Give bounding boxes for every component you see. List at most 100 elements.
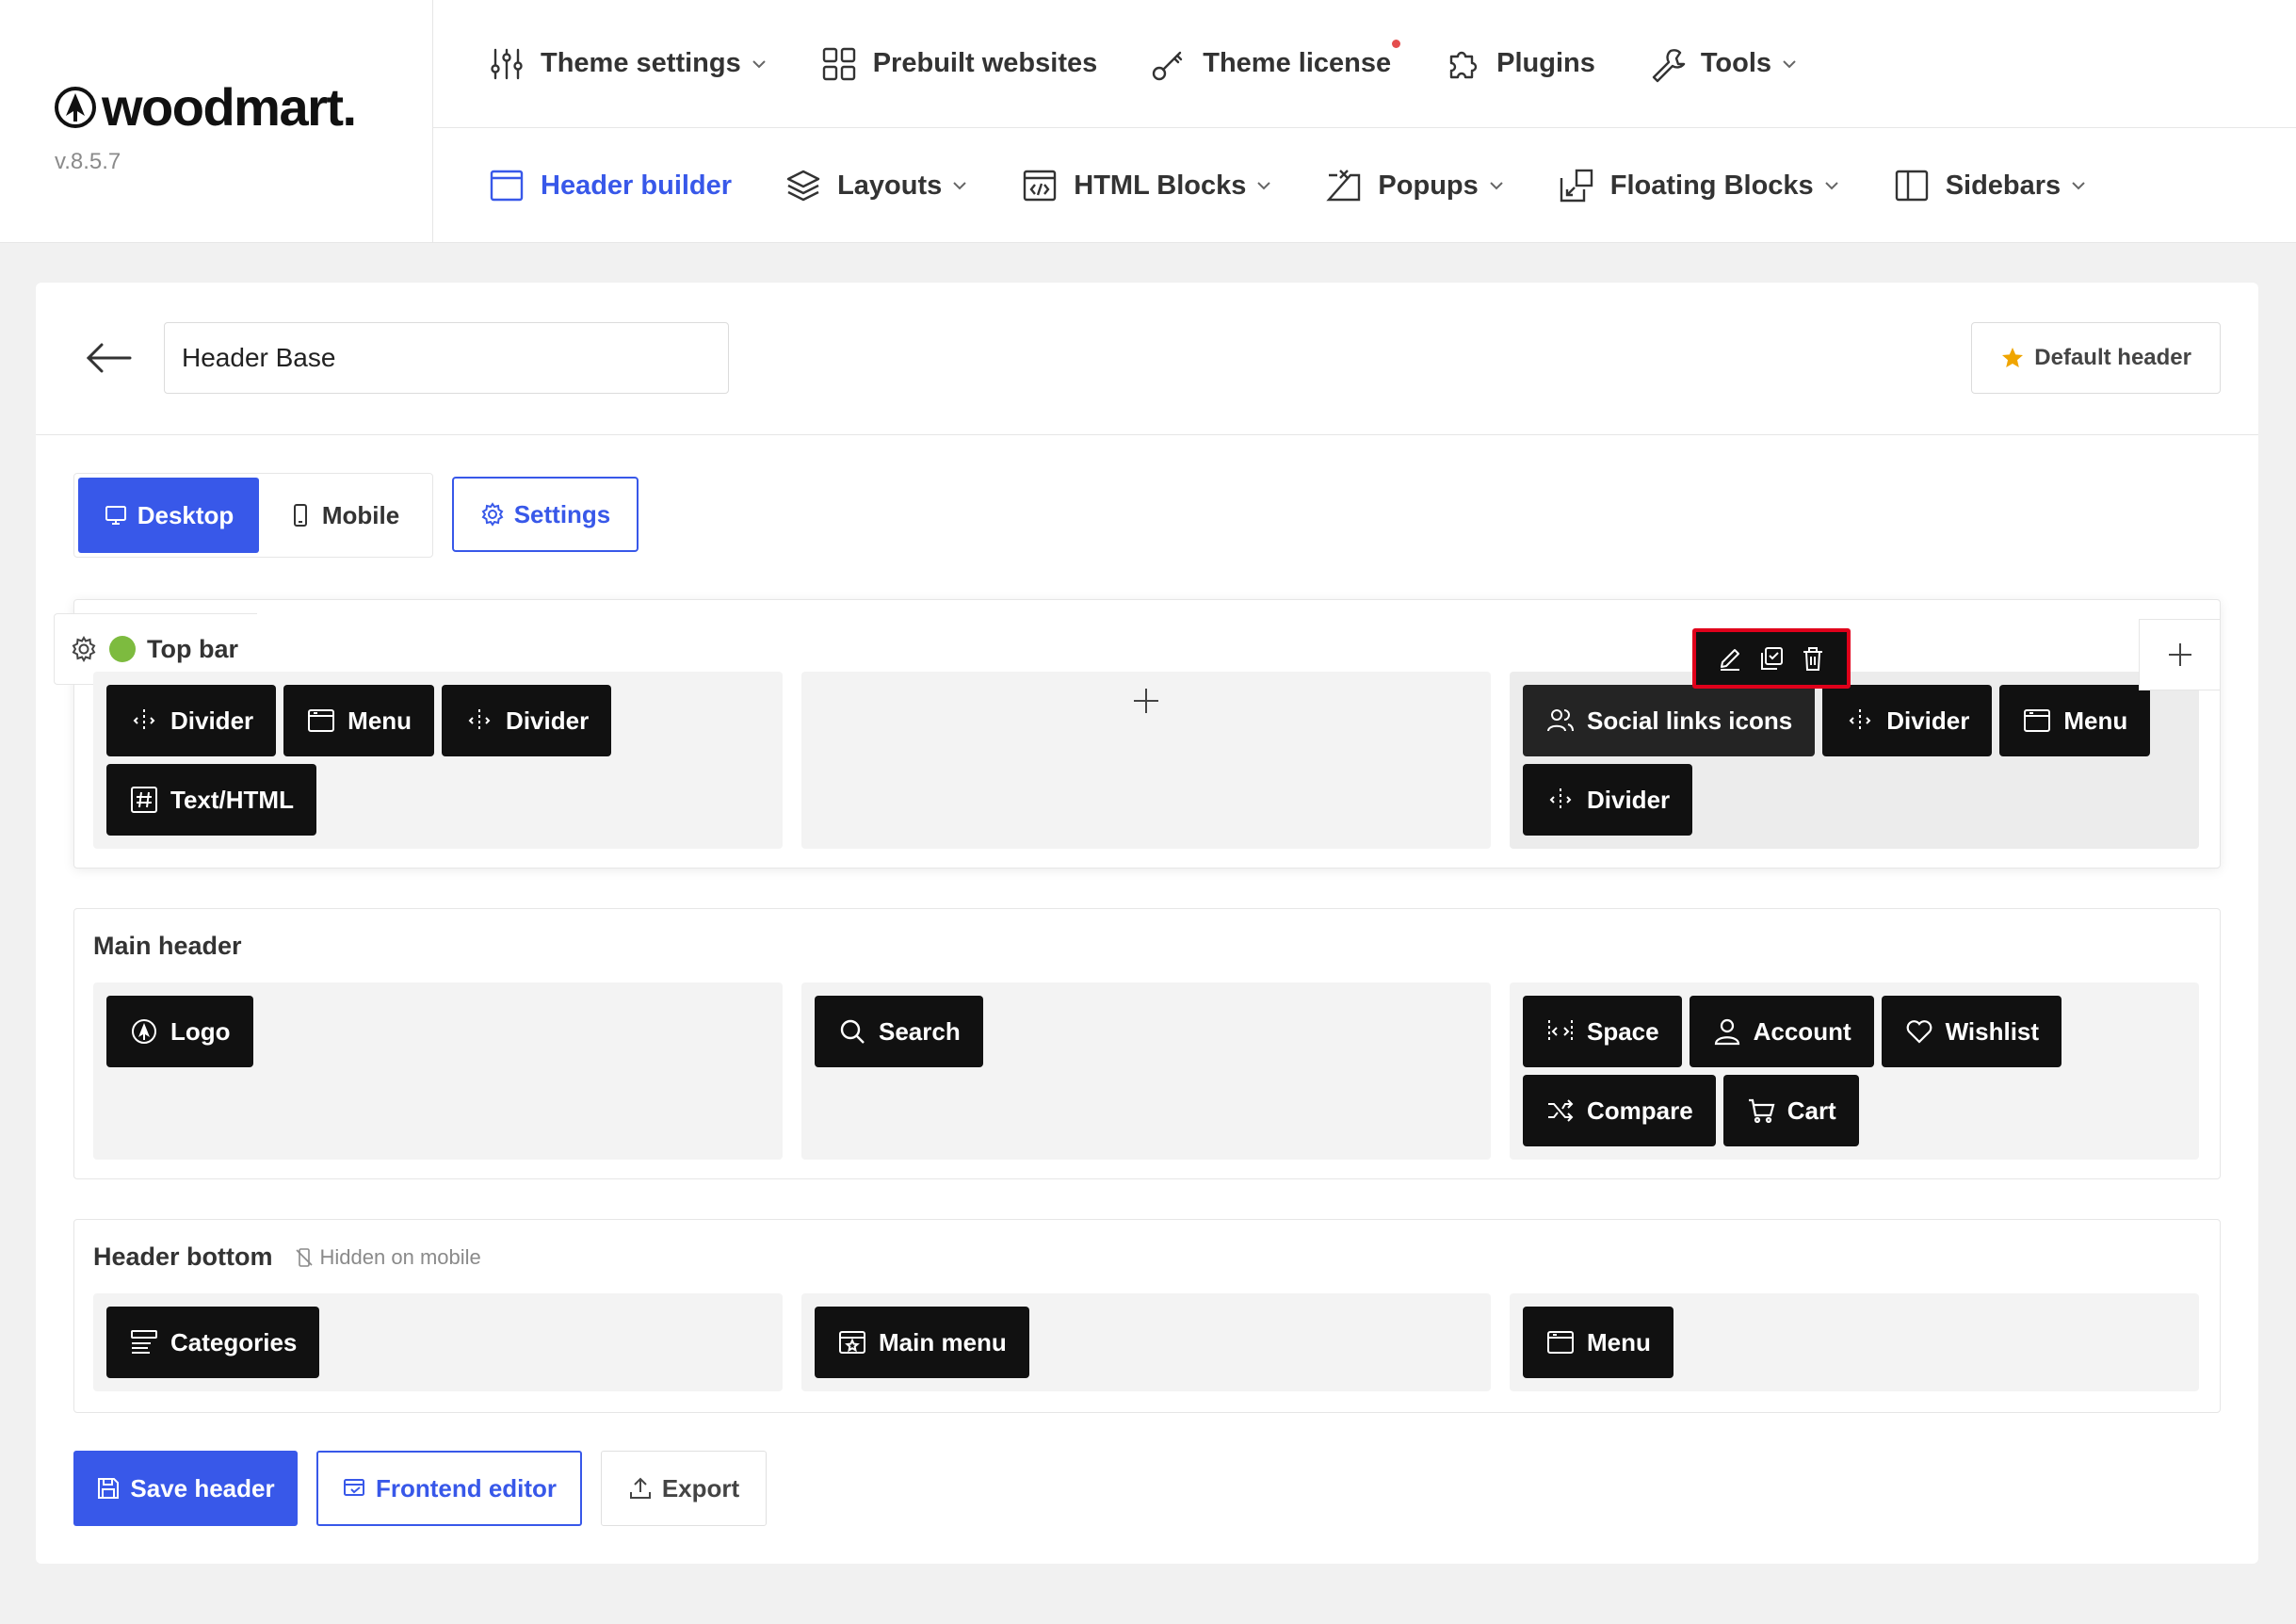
element-label: Social links icons (1587, 706, 1793, 735)
element-divider[interactable]: Divider (442, 685, 612, 756)
sliders-icon (491, 48, 523, 79)
cart-icon (1748, 1098, 1775, 1124)
settings-label: Settings (513, 499, 611, 528)
element-social-links-icons[interactable]: Social links icons (1523, 685, 1816, 756)
element-logo[interactable]: Logo (106, 996, 253, 1067)
export-button[interactable]: Export (601, 1451, 767, 1526)
hash-icon (131, 787, 157, 813)
chevron-down-icon (1257, 182, 1271, 190)
divider-icon (133, 709, 155, 732)
nav-plugins[interactable]: Plugins (1444, 45, 1595, 83)
tab-mobile[interactable]: Mobile (259, 478, 428, 553)
element-label: Compare (1587, 1096, 1693, 1125)
header-builder-card: Default header Desktop Mobile Settings (36, 283, 2258, 1564)
admin-topbar: woodmart. v.8.5.7 Theme settings Prebuil… (0, 0, 2296, 243)
header-bottom-center-column[interactable]: Main menu (801, 1293, 1491, 1391)
floating-block-icon (1560, 169, 1593, 203)
menu-window-icon (1547, 1331, 1574, 1354)
nav-prebuilt-websites[interactable]: Prebuilt websites (820, 45, 1098, 83)
trash-icon[interactable] (1799, 644, 1827, 673)
device-tabs: Desktop Mobile (73, 473, 433, 558)
element-divider[interactable]: Divider (1523, 764, 1693, 836)
main-header-center-column[interactable]: Search (801, 983, 1491, 1160)
row-title-label: Top bar (147, 634, 238, 663)
nav-floating-blocks[interactable]: Floating Blocks (1558, 167, 1840, 204)
nav-label: Plugins (1496, 48, 1595, 78)
nav-tools[interactable]: Tools (1648, 45, 1798, 83)
shuffle-icon (1548, 1099, 1574, 1122)
edit-pencil-icon[interactable] (1716, 644, 1744, 673)
element-menu[interactable]: Menu (1999, 685, 2151, 756)
nav-label: Prebuilt websites (872, 48, 1098, 78)
brand-name: woodmart. (102, 77, 357, 137)
add-row-button[interactable] (2139, 619, 2220, 690)
nav-label: Layouts (837, 170, 943, 201)
element-cart[interactable]: Cart (1722, 1075, 1859, 1146)
row-title-header-bottom: Header bottom Hidden on mobile (93, 1242, 481, 1272)
tab-desktop[interactable]: Desktop (78, 478, 259, 553)
main-header-right-column[interactable]: Space Account Wishlist Compare Cart (1510, 983, 2199, 1160)
element-search[interactable]: Search (815, 996, 983, 1067)
settings-button[interactable]: Settings (452, 477, 639, 552)
element-main-menu[interactable]: Main menu (815, 1307, 1029, 1378)
hidden-note-label: Hidden on mobile (319, 1244, 481, 1269)
menu-window-icon (2024, 709, 2051, 732)
element-label: Logo (170, 1016, 231, 1046)
back-arrow-icon[interactable] (83, 335, 136, 381)
element-label: Main menu (879, 1327, 1007, 1356)
nav-label: HTML Blocks (1074, 170, 1247, 201)
nav-layouts[interactable]: Layouts (784, 167, 968, 204)
monitor-icon (105, 506, 126, 525)
menu-window-icon (308, 709, 335, 732)
plus-icon (2168, 643, 2191, 666)
brand-logo[interactable]: woodmart. (53, 77, 357, 138)
top-bar-right-column[interactable]: Social links icons Divider Menu Divider (1510, 672, 2199, 849)
duplicate-icon[interactable] (1757, 644, 1786, 673)
header-name-input[interactable] (164, 322, 729, 394)
star-icon (2002, 348, 2024, 367)
element-categories[interactable]: Categories (106, 1307, 320, 1378)
nav-header-builder[interactable]: Header builder (488, 167, 732, 204)
header-bottom-left-column[interactable]: Categories (93, 1293, 783, 1391)
save-label: Save header (130, 1473, 275, 1502)
search-icon (840, 1019, 865, 1044)
element-compare[interactable]: Compare (1523, 1075, 1716, 1146)
element-label: Categories (170, 1327, 298, 1356)
frontend-editor-button[interactable]: Frontend editor (316, 1451, 582, 1526)
default-header-button[interactable]: Default header (1971, 322, 2221, 394)
element-divider[interactable]: Divider (106, 685, 277, 756)
element-account[interactable]: Account (1689, 996, 1874, 1067)
nav-popups[interactable]: Popups (1325, 167, 1504, 204)
nav-label: Popups (1378, 170, 1479, 201)
grid-icon (822, 47, 855, 80)
nav-label: Floating Blocks (1609, 170, 1814, 201)
default-header-label: Default header (2034, 345, 2191, 370)
heart-icon (1906, 1020, 1932, 1044)
nav-theme-settings[interactable]: Theme settings (488, 45, 768, 83)
phone-hidden-icon (295, 1247, 313, 1267)
main-header-left-column[interactable]: Logo (93, 983, 783, 1160)
element-menu[interactable]: Menu (283, 685, 435, 756)
nav-theme-license[interactable]: Theme license (1150, 39, 1401, 83)
nav-sidebars[interactable]: Sidebars (1893, 167, 2088, 204)
add-element-plus-icon[interactable] (1130, 685, 1162, 717)
user-icon (1714, 1018, 1739, 1046)
top-bar-left-column[interactable]: Divider Menu Divider Text/HTML (93, 672, 783, 849)
element-label: Menu (2063, 706, 2128, 735)
element-wishlist[interactable]: Wishlist (1881, 996, 2062, 1067)
element-divider[interactable]: Divider (1822, 685, 1993, 756)
header-bottom-right-column[interactable]: Menu (1510, 1293, 2199, 1391)
element-text-html[interactable]: Text/HTML (106, 764, 316, 836)
frontend-editor-icon (343, 1479, 364, 1496)
element-menu[interactable]: Menu (1523, 1307, 1673, 1378)
primary-nav: Theme settings Prebuilt websites Theme l… (433, 0, 2296, 128)
top-bar-center-column[interactable] (801, 672, 1491, 849)
save-header-button[interactable]: Save header (73, 1451, 298, 1526)
element-label: Menu (348, 706, 412, 735)
nav-html-blocks[interactable]: HTML Blocks (1021, 167, 1272, 204)
chevron-down-icon (2072, 182, 2085, 190)
element-space[interactable]: Space (1523, 996, 1682, 1067)
chevron-down-icon (953, 182, 966, 190)
phone-icon (293, 504, 307, 527)
row-settings-gear-icon[interactable] (70, 635, 98, 663)
